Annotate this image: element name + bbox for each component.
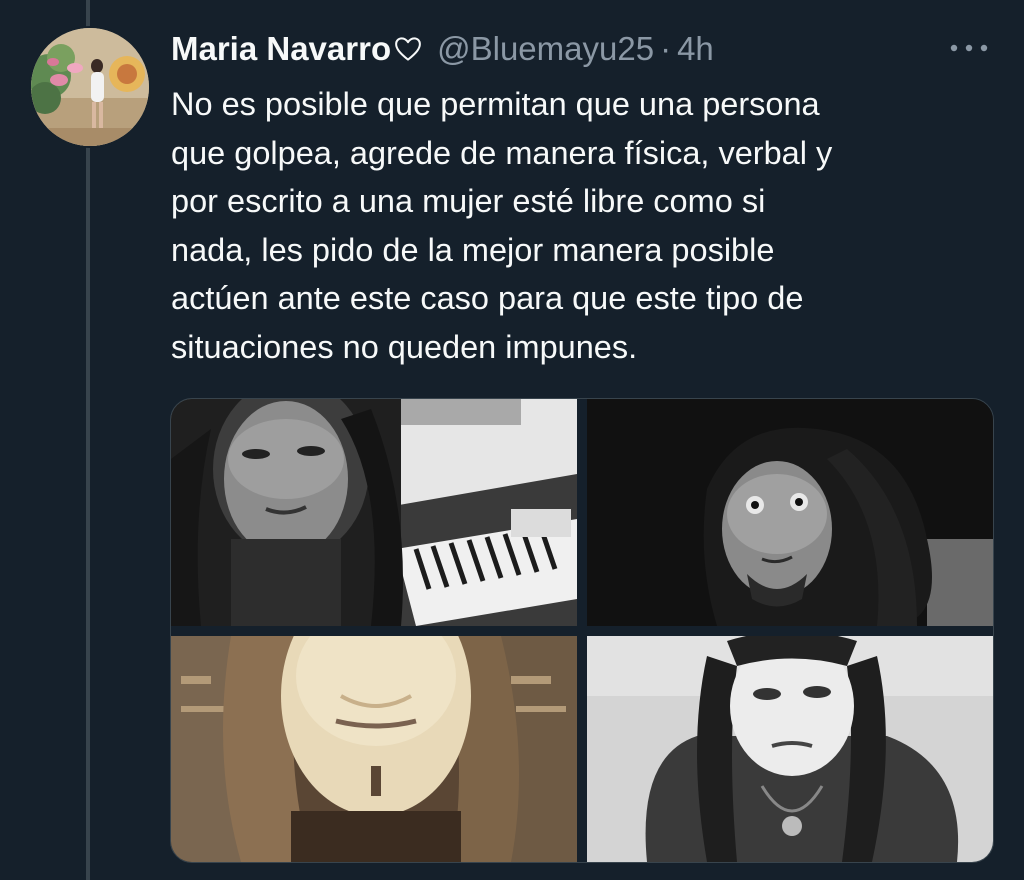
- author-handle[interactable]: @Bluemayu25: [437, 26, 654, 72]
- tweet-text: No es posible que permitan que una perso…: [171, 86, 833, 365]
- header-separator: ·: [660, 30, 672, 67]
- author-display-name[interactable]: Maria Navarro: [171, 26, 391, 72]
- media-photo-3[interactable]: [171, 636, 577, 862]
- heart-outline-icon: [393, 34, 423, 64]
- more-horizontal-icon[interactable]: [946, 38, 992, 58]
- media-photo-4[interactable]: [587, 636, 993, 862]
- tweet-header: Maria Navarro @Bluemayu25 · 4h: [171, 26, 714, 72]
- media-grid: [170, 398, 994, 863]
- avatar-image: [31, 28, 149, 146]
- tweet-timestamp[interactable]: 4h: [677, 26, 714, 72]
- media-photo-2[interactable]: [587, 399, 993, 626]
- avatar[interactable]: [31, 28, 149, 146]
- media-photo-1[interactable]: [171, 399, 577, 626]
